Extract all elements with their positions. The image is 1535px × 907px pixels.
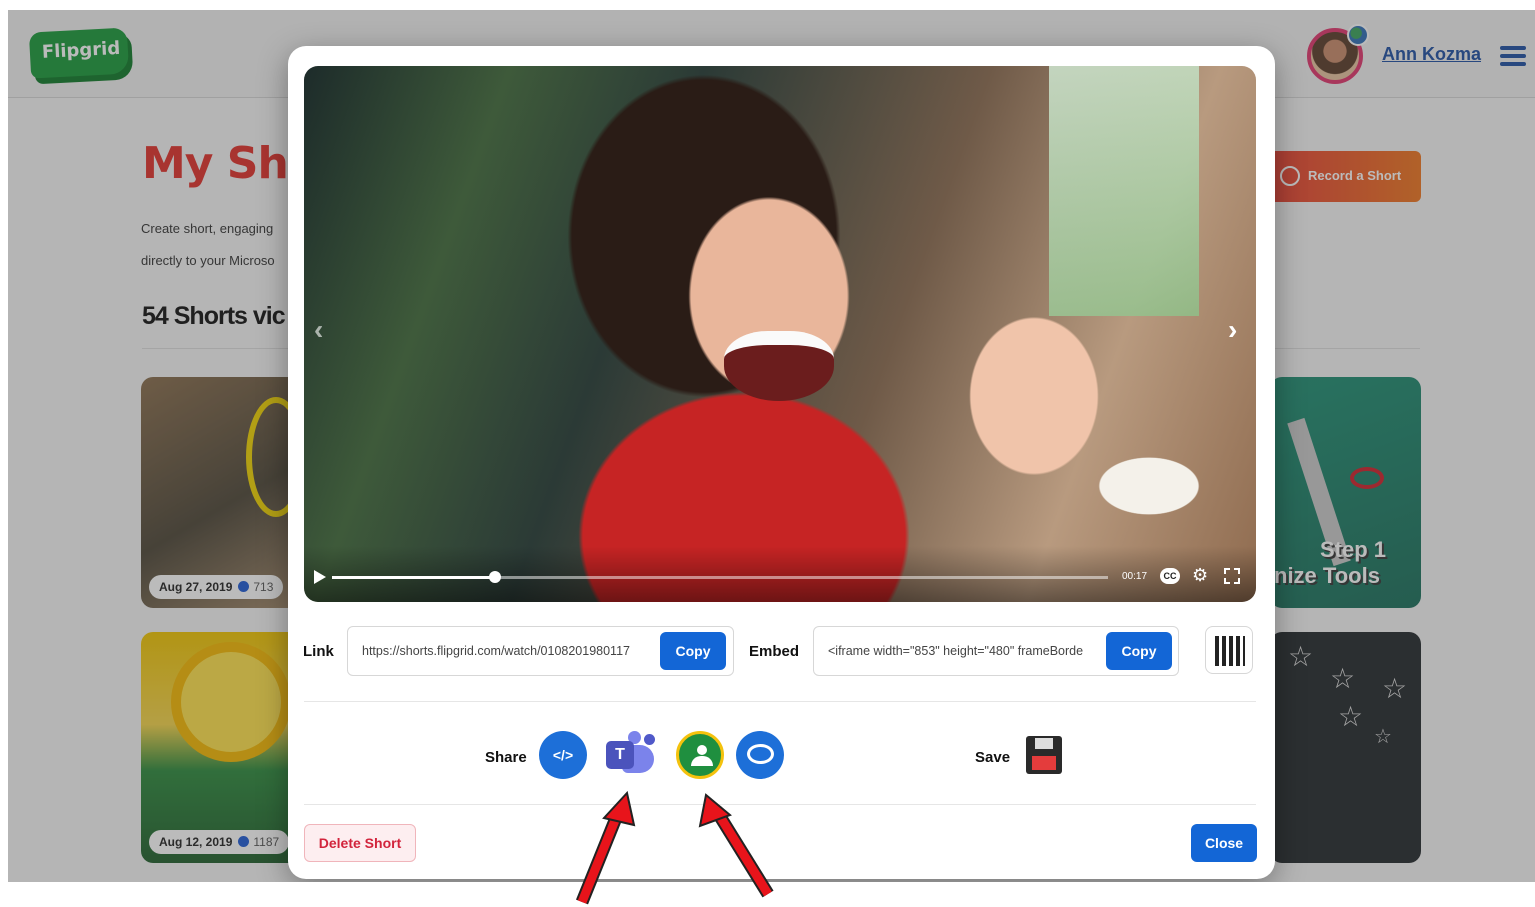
annotation-arrow-classroom bbox=[698, 793, 774, 898]
screenshot-stage: Flipgrid Ann Kozma My Short Create short… bbox=[0, 0, 1535, 907]
annotation-arrow-teams bbox=[575, 790, 636, 905]
annotation-arrows bbox=[575, 790, 774, 905]
